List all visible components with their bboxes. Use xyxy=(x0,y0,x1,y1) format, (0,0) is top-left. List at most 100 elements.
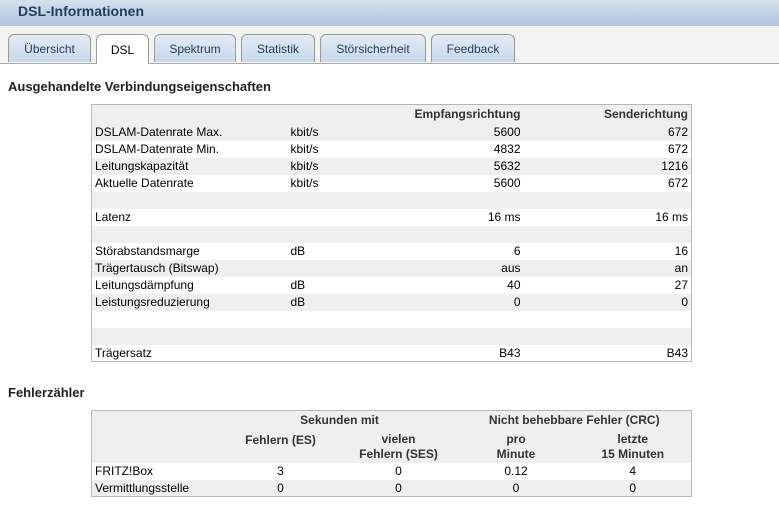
row-ses-value: 0 xyxy=(339,462,458,480)
row-upstream-value: 27 xyxy=(523,276,692,294)
row-downstream-value: B43 xyxy=(357,344,524,362)
row-downstream-value xyxy=(357,310,524,328)
row-upstream-value xyxy=(524,192,692,209)
row-upstream-value: 672 xyxy=(523,140,692,158)
table-row: Aktuelle Datenrate kbit/s 5600 672 xyxy=(91,174,692,192)
header-last-15: letzte 15 Minuten xyxy=(575,431,692,463)
table-row xyxy=(92,226,692,243)
row-upstream-value: B43 xyxy=(523,344,692,362)
table-row: Trägersatz B43 B43 xyxy=(91,344,692,362)
row-downstream-value: 5600 xyxy=(493,125,521,139)
row-downstream-value: 5632 xyxy=(493,159,521,173)
row-per-minute-value: 0.12 xyxy=(457,462,575,480)
row-downstream-value: 40 xyxy=(357,276,524,294)
row-downstream-value: 16 ms xyxy=(357,208,524,226)
table-header-row: Fehlern (ES) vielen Fehlern (SES) pro Minu… xyxy=(92,431,692,463)
row-label: Latenz xyxy=(91,208,288,226)
header-per-minute: pro Minute xyxy=(458,431,575,463)
table-row xyxy=(92,328,692,345)
row-es-value: 0 xyxy=(277,480,284,495)
row-unit: kbit/s xyxy=(290,125,319,139)
table-row: Vermittlungsstelle 0 0 0 0 xyxy=(92,480,692,497)
header-ses-line2: Fehlern (SES) xyxy=(359,446,438,461)
row-upstream-value: 1216 xyxy=(661,159,688,173)
table-row: FRITZ!Box 3 0 0.12 4 xyxy=(91,462,692,480)
row-upstream-value: 16 ms xyxy=(523,208,692,226)
row-unit xyxy=(288,260,358,277)
row-unit xyxy=(288,226,358,243)
properties-table-body: DSLAM-Datenrate Max. kbit/s 5600 672 DSLAM-D… xyxy=(91,124,692,362)
row-label: FRITZ!Box xyxy=(91,462,222,480)
row-upstream-value: 16 xyxy=(523,242,692,260)
row-label: Aktuelle Datenrate xyxy=(91,174,288,192)
header-es: Fehlern (ES) xyxy=(222,431,340,463)
row-downstream-value xyxy=(358,226,524,243)
row-downstream-value: 4832 xyxy=(357,140,524,158)
connection-properties-table: Empfangsrichtung Senderichtung DSLAM-Dat… xyxy=(91,104,692,362)
window-title-bar: DSL-Informationen xyxy=(0,0,779,26)
row-unit: kbit/s xyxy=(290,159,319,173)
tab-feedback[interactable]: Feedback xyxy=(431,34,515,62)
row-last-15-value: 0 xyxy=(629,480,637,495)
tab-stoersicherheit[interactable]: Störsicherheit xyxy=(320,34,426,62)
table-header-row: Empfangsrichtung Senderichtung xyxy=(92,105,692,124)
row-unit xyxy=(287,310,358,328)
tab-dsl[interactable]: DSL xyxy=(96,34,149,64)
row-unit xyxy=(288,328,358,345)
row-upstream-value: an xyxy=(674,261,688,275)
section-title-errors: Fehlerzähler xyxy=(8,385,85,400)
table-row: Leitungsdämpfung dB 40 27 xyxy=(91,276,692,294)
header-upstream: Senderichtung xyxy=(603,107,688,122)
header-ses-line1: vielen xyxy=(381,431,416,446)
row-label: Vermittlungsstelle xyxy=(95,480,190,495)
row-last-15-value: 4 xyxy=(574,462,692,480)
header-15-line2: 15 Minuten xyxy=(601,446,665,461)
table-row: Latenz 16 ms 16 ms xyxy=(91,208,692,226)
header-pm-line1: pro xyxy=(506,431,526,446)
tab-spektrum[interactable]: Spektrum xyxy=(154,34,236,62)
row-label: DSLAM-Datenrate Max. xyxy=(95,125,223,139)
row-unit: dB xyxy=(287,242,358,260)
header-group-crc: Nicht behebbare Fehler (CRC) xyxy=(488,413,660,428)
row-upstream-value xyxy=(524,226,692,243)
table-row: DSLAM-Datenrate Max. kbit/s 5600 672 xyxy=(92,124,692,141)
row-es-value: 3 xyxy=(221,462,340,480)
error-counter-table: Sekunden mit Nicht behebbare Fehler (CRC… xyxy=(91,410,693,497)
row-label xyxy=(91,310,288,328)
table-row: Trägertausch (Bitswap) aus an xyxy=(92,260,692,277)
table-row: Störabstandsmarge dB 6 16 xyxy=(91,242,692,260)
header-es-label: Fehlern (ES) xyxy=(245,432,316,447)
row-label: Leistungsreduzierung xyxy=(95,295,210,309)
row-unit: kbit/s xyxy=(287,140,358,158)
row-upstream-value: 0 xyxy=(681,295,688,309)
header-ses: vielen Fehlern (SES) xyxy=(340,431,458,463)
row-label: Störabstandsmarge xyxy=(91,242,288,260)
row-label xyxy=(92,192,288,209)
row-label xyxy=(92,328,288,345)
row-downstream-value: aus xyxy=(501,261,521,275)
header-pm-line2: Minute xyxy=(496,446,536,461)
table-row xyxy=(92,192,692,209)
row-label xyxy=(92,226,288,243)
row-unit xyxy=(287,208,358,226)
row-unit: kbit/s xyxy=(287,174,358,192)
header-empty xyxy=(92,411,222,431)
row-downstream-value xyxy=(358,328,524,345)
table-group-header-row: Sekunden mit Nicht behebbare Fehler (CRC… xyxy=(92,411,692,431)
table-row: DSLAM-Datenrate Min. kbit/s 4832 672 xyxy=(91,140,692,158)
row-downstream-value: 5600 xyxy=(357,174,524,192)
row-label: Leitungskapazität xyxy=(95,159,189,173)
row-label: Trägersatz xyxy=(91,344,288,362)
tab-statistik[interactable]: Statistik xyxy=(241,34,315,62)
row-upstream-value xyxy=(523,310,692,328)
table-row: Leistungsreduzierung dB 0 0 xyxy=(92,294,692,311)
window-title: DSL-Informationen xyxy=(18,3,144,19)
tab-uebersicht[interactable]: Übersicht xyxy=(8,34,91,62)
header-empty xyxy=(92,431,222,463)
header-15-line1: letzte xyxy=(617,431,649,446)
header-empty xyxy=(92,105,288,124)
table-row xyxy=(91,310,692,328)
row-label: Trägertausch (Bitswap) xyxy=(95,261,219,275)
row-unit: dB xyxy=(287,276,358,294)
row-per-minute-value: 0 xyxy=(512,480,520,495)
